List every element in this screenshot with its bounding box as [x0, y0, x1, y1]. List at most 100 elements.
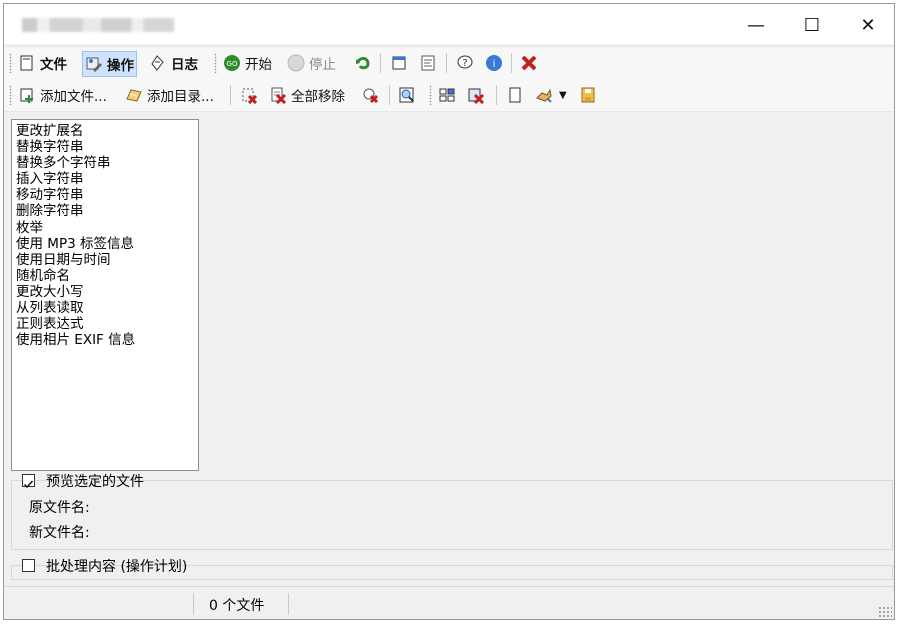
window-button[interactable]: [390, 51, 412, 75]
remove-all-button[interactable]: 全部移除: [269, 83, 345, 107]
add-file-icon: [20, 88, 33, 103]
stop-icon: [287, 54, 305, 72]
clear-button[interactable]: [361, 83, 383, 107]
save-icon: [581, 87, 595, 103]
status-separator: [288, 593, 289, 615]
toolbar-grip[interactable]: [429, 85, 432, 105]
main-toolbar: 文件 操作 日志 GO 开始 停止 ? i: [4, 46, 894, 80]
settings-icon: [421, 55, 435, 71]
file-tab[interactable]: 文件: [18, 51, 67, 75]
remove-all-icon: [271, 87, 287, 104]
tools-menu-button[interactable]: ▼: [535, 83, 567, 107]
remove-button[interactable]: [240, 83, 262, 107]
toolbar-grip[interactable]: [214, 53, 217, 73]
toolbar-grip[interactable]: [9, 53, 12, 73]
preview-checkbox[interactable]: [22, 474, 35, 489]
file-count-status: 0 个文件: [209, 598, 265, 614]
info-button[interactable]: i: [485, 51, 507, 75]
add-folder-icon: [126, 89, 142, 102]
save-button[interactable]: [579, 83, 601, 107]
toolbar-separator: [446, 53, 447, 73]
page-icon: [509, 87, 521, 103]
toolbar-separator: [230, 85, 231, 105]
operation-item[interactable]: 从列表读取: [12, 300, 198, 316]
add-files-button[interactable]: 添加文件...: [18, 83, 107, 107]
info-icon: i: [486, 55, 502, 71]
operation-item[interactable]: 随机命名: [12, 268, 198, 284]
stop-label: 停止: [309, 57, 336, 73]
title-bar: — ☐ ✕: [4, 4, 894, 44]
help-button[interactable]: ?: [456, 51, 478, 75]
svg-text:?: ?: [462, 58, 467, 69]
undo-icon: [356, 57, 370, 70]
remove-icon: [242, 88, 258, 104]
operation-icon: [86, 57, 102, 72]
operation-item[interactable]: 移动字符串: [12, 187, 198, 203]
grid-button[interactable]: [438, 83, 460, 107]
grid-icon: [439, 88, 455, 102]
log-icon: [151, 55, 164, 71]
start-button[interactable]: GO 开始: [223, 51, 272, 75]
operation-item[interactable]: 使用相片 EXIF 信息: [12, 332, 198, 348]
action-tab[interactable]: 操作: [82, 51, 137, 77]
batch-label: 批处理内容 (操作计划): [46, 559, 188, 575]
operation-item[interactable]: 插入字符串: [12, 171, 198, 187]
original-filename-label: 原文件名:: [29, 500, 90, 516]
delete-selected-icon: [468, 88, 485, 104]
file-toolbar: 添加文件... 添加目录... 全部移除 ▼: [4, 79, 894, 112]
window-icon: [392, 56, 406, 70]
svg-text:GO: GO: [227, 60, 238, 68]
blurred-window-title: [22, 18, 174, 32]
add-files-label: 添加文件...: [40, 89, 107, 105]
log-tab[interactable]: 日志: [149, 51, 198, 75]
status-separator: [193, 593, 194, 615]
toolbar-grip[interactable]: [9, 85, 12, 105]
operation-item[interactable]: 更改大小写: [12, 284, 198, 300]
toolbar-separator: [511, 53, 512, 73]
tools-icon: [536, 88, 552, 103]
preview-label: 预览选定的文件: [46, 474, 144, 490]
operations-list[interactable]: 更改扩展名 替换字符串 替换多个字符串 插入字符串 移动字符串 删除字符串 枚举…: [11, 119, 199, 471]
file-tab-label: 文件: [40, 57, 67, 73]
add-directory-button[interactable]: 添加目录...: [125, 83, 214, 107]
undo-button[interactable]: [354, 51, 376, 75]
toolbar-separator: [496, 85, 497, 105]
resize-grip[interactable]: [878, 606, 892, 619]
toolbar-separator: [389, 85, 390, 105]
action-tab-label: 操作: [107, 58, 134, 74]
exit-icon: [521, 55, 537, 71]
stop-button: 停止: [287, 51, 336, 75]
close-button[interactable]: ✕: [846, 10, 890, 40]
batch-checkbox[interactable]: [22, 559, 35, 572]
svg-text:i: i: [493, 59, 496, 70]
operation-item[interactable]: 更改扩展名: [12, 123, 198, 139]
operation-item[interactable]: 正则表达式: [12, 316, 198, 332]
status-bar: 0 个文件: [4, 586, 894, 619]
page-button[interactable]: [506, 83, 528, 107]
check-icon: [23, 480, 34, 489]
add-directory-label: 添加目录...: [147, 89, 214, 105]
delete-selected-button[interactable]: [467, 83, 489, 107]
search-button[interactable]: [398, 83, 420, 107]
toolbar-separator: [380, 53, 381, 73]
operation-item[interactable]: 删除字符串: [12, 203, 198, 219]
minimize-button[interactable]: —: [734, 10, 778, 40]
operation-item[interactable]: 替换多个字符串: [12, 155, 198, 171]
search-icon: [399, 87, 414, 103]
new-filename-label: 新文件名:: [29, 525, 90, 541]
clear-icon: [363, 88, 379, 104]
operation-item[interactable]: 使用日期与时间: [12, 252, 198, 268]
go-icon: GO: [224, 55, 240, 71]
operation-item[interactable]: 替换字符串: [12, 139, 198, 155]
help-icon: ?: [457, 55, 473, 69]
document-icon: [20, 55, 33, 71]
operation-item[interactable]: 枚举: [12, 220, 198, 236]
log-tab-label: 日志: [171, 57, 198, 73]
maximize-button[interactable]: ☐: [790, 10, 834, 40]
operation-item[interactable]: 使用 MP3 标签信息: [12, 236, 198, 252]
exit-button[interactable]: [520, 51, 542, 75]
app-window: — ☐ ✕ 文件 操作 日志 GO 开始 停止 ? i 添加文件... 添加目录…: [3, 3, 895, 620]
remove-all-label: 全部移除: [291, 89, 345, 105]
settings-button[interactable]: [419, 51, 441, 75]
start-label: 开始: [245, 57, 272, 73]
